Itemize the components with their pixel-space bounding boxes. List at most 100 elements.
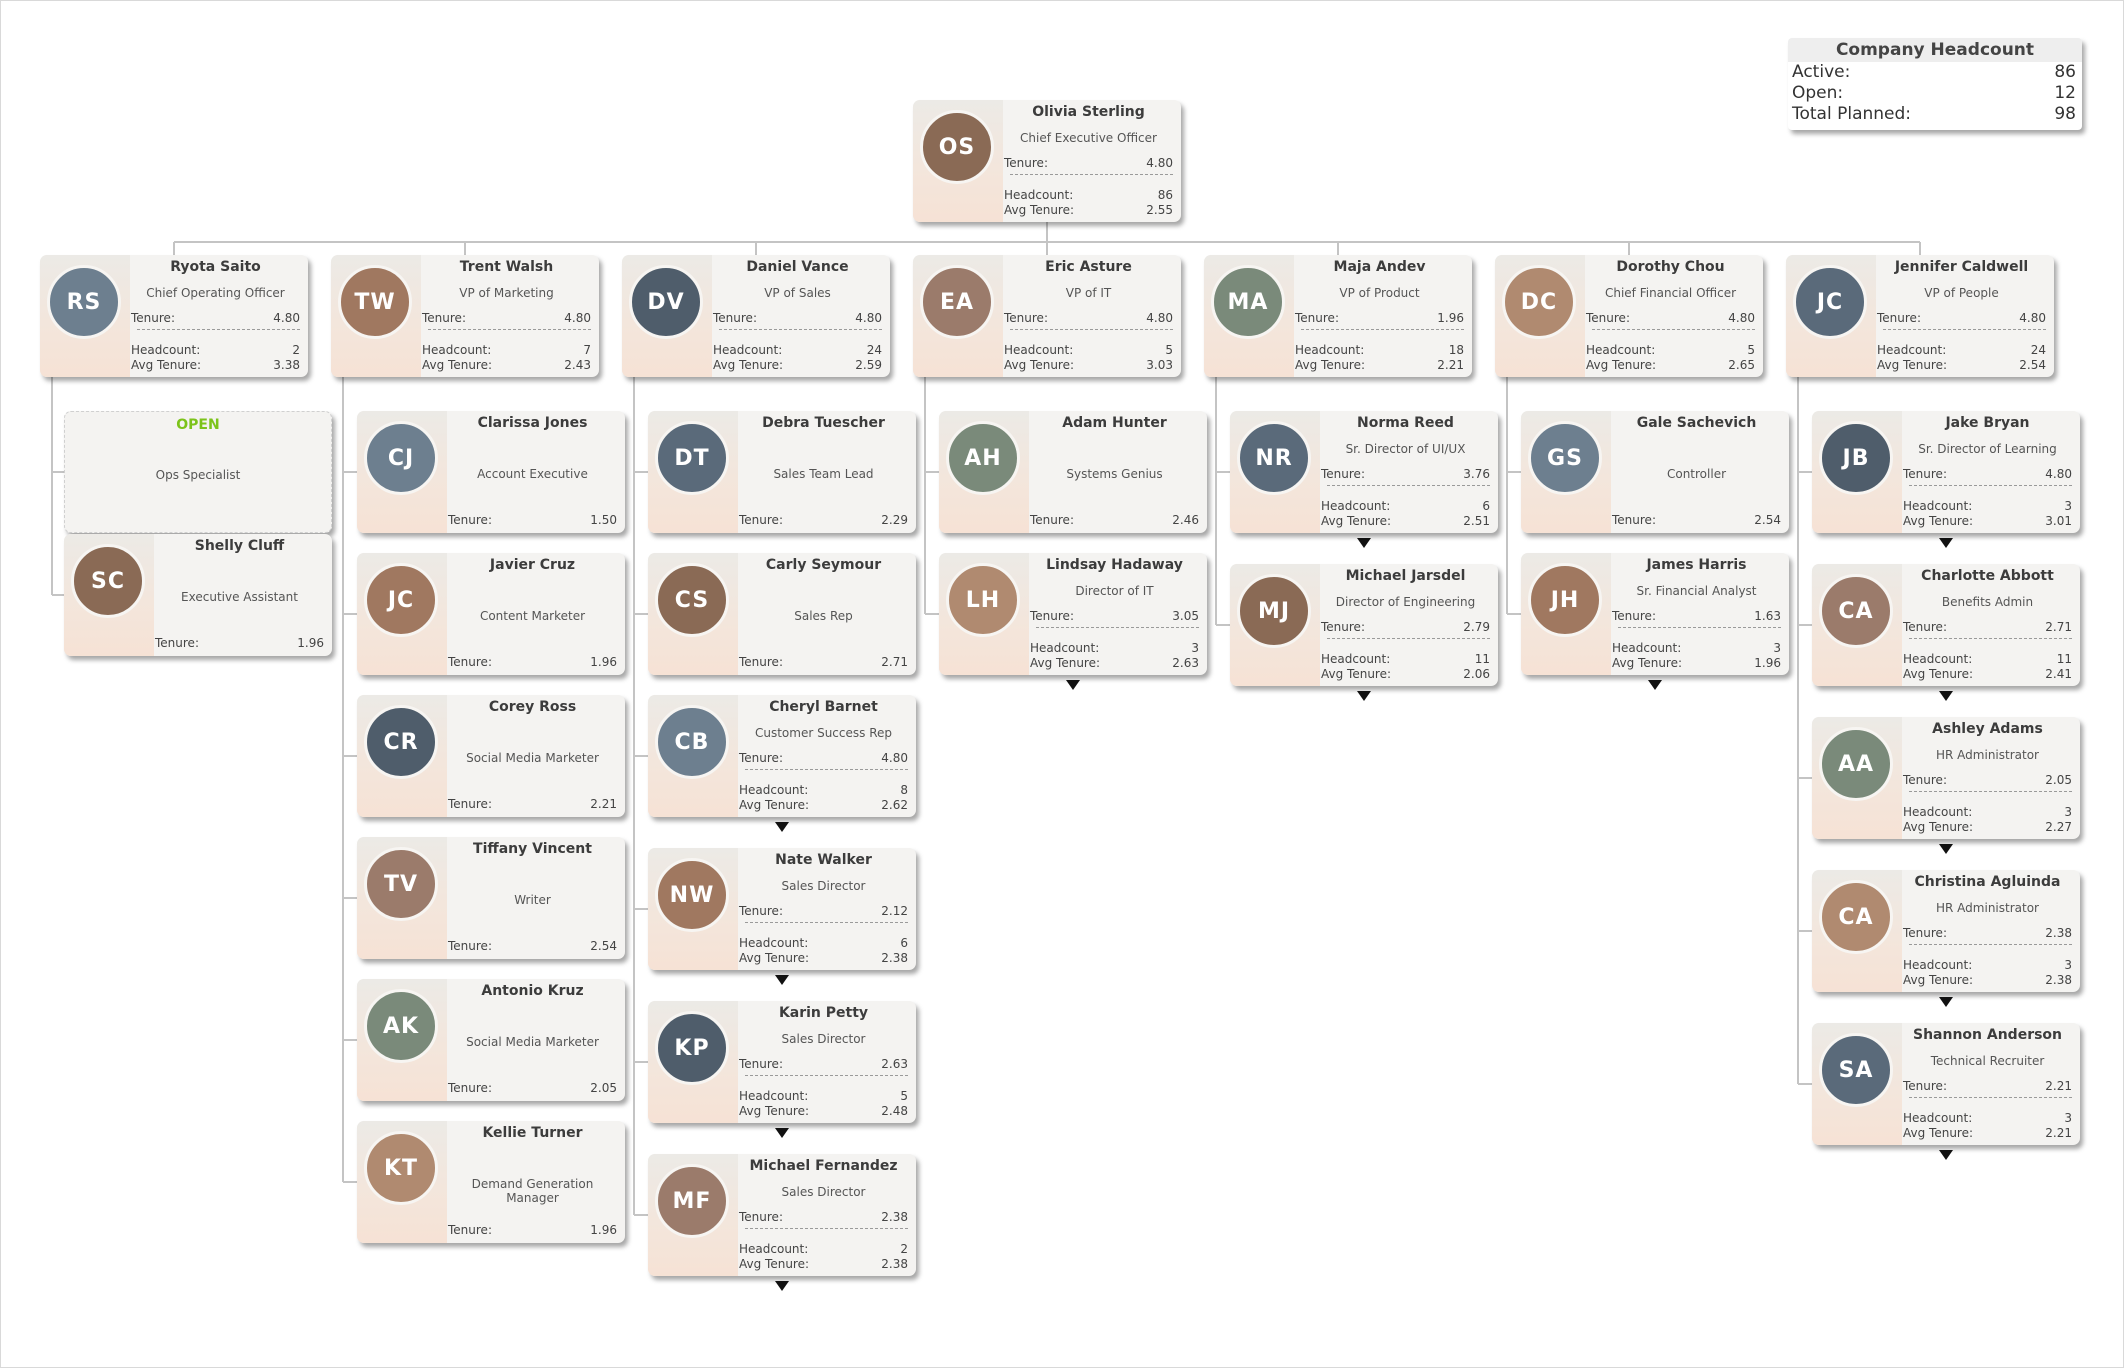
headcount-value: 5 bbox=[1165, 343, 1173, 357]
employee-card[interactable]: CA Christina Agluinda HR Administrator Tenu… bbox=[1812, 870, 2080, 992]
employee-name: Ryota Saito bbox=[170, 259, 261, 275]
tenure-label: Tenure: bbox=[448, 655, 492, 669]
employee-card[interactable]: LH Lindsay Hadaway Director of IT Tenure: 3.… bbox=[939, 553, 1207, 675]
employee-name: Maja Andev bbox=[1333, 259, 1426, 275]
expand-children-icon[interactable] bbox=[775, 1128, 789, 1138]
employee-card[interactable]: NR Norma Reed Sr. Director of UI/UX Tenure:… bbox=[1230, 411, 1498, 533]
employee-card[interactable]: CS Carly Seymour Sales Rep Tenure: 2.71 bbox=[648, 553, 916, 675]
card-info: Eric Asture VP of IT Tenure: 4.80 Headcount:… bbox=[1004, 255, 1173, 377]
expand-children-icon[interactable] bbox=[1066, 680, 1080, 690]
expand-children-icon[interactable] bbox=[1939, 1150, 1953, 1160]
headcount-row: Headcount: 5 bbox=[739, 1089, 908, 1103]
employee-title: VP of Product bbox=[1339, 286, 1420, 300]
avatar: CA bbox=[1819, 880, 1893, 954]
avatar: TW bbox=[338, 265, 412, 339]
avg-tenure-row: Avg Tenure: 3.38 bbox=[131, 358, 300, 372]
headcount-value: 2 bbox=[292, 343, 300, 357]
expand-children-icon[interactable] bbox=[1939, 844, 1953, 854]
employee-card[interactable]: AH Adam Hunter Systems Genius Tenure: 2.46 bbox=[939, 411, 1207, 533]
employee-title: Sales Director bbox=[781, 1032, 866, 1046]
employee-card[interactable]: JC Jennifer Caldwell VP of People Tenure: 4.… bbox=[1786, 255, 2054, 377]
open-position-title: Ops Specialist bbox=[155, 468, 241, 482]
employee-name: Lindsay Hadaway bbox=[1046, 557, 1183, 573]
employee-card[interactable]: EA Eric Asture VP of IT Tenure: 4.80 Headcoun… bbox=[913, 255, 1181, 377]
expand-children-icon[interactable] bbox=[1357, 538, 1371, 548]
tenure-row: Tenure: 1.96 bbox=[448, 655, 617, 669]
employee-card[interactable]: MA Maja Andev VP of Product Tenure: 1.96 Head… bbox=[1204, 255, 1472, 377]
separator-line bbox=[1909, 944, 2072, 945]
employee-card[interactable]: RS Ryota Saito Chief Operating Officer Tenu… bbox=[40, 255, 308, 377]
avg-tenure-label: Avg Tenure: bbox=[1877, 358, 1948, 372]
photo-column: CA bbox=[1812, 564, 1902, 686]
employee-card[interactable]: MF Michael Fernandez Sales Director Tenure:… bbox=[648, 1154, 916, 1276]
open-position-card[interactable]: OPEN Ops Specialist bbox=[64, 411, 332, 533]
employee-card[interactable]: NW Nate Walker Sales Director Tenure: 2.12 He… bbox=[648, 848, 916, 970]
headcount-row: Headcount: 5 bbox=[1586, 343, 1755, 357]
employee-title: Controller bbox=[1666, 467, 1727, 481]
avatar: SC bbox=[71, 544, 145, 618]
avg-tenure-value: 2.59 bbox=[855, 358, 882, 372]
avg-tenure-row: Avg Tenure: 2.63 bbox=[1030, 656, 1199, 670]
employee-card[interactable]: TW Trent Walsh VP of Marketing Tenure: 4.80 H… bbox=[331, 255, 599, 377]
photo-column: DC bbox=[1495, 255, 1585, 377]
tenure-value: 4.80 bbox=[1146, 311, 1173, 325]
expand-children-icon[interactable] bbox=[775, 975, 789, 985]
employee-name: Charlotte Abbott bbox=[1921, 568, 2054, 584]
tenure-label: Tenure: bbox=[739, 513, 783, 527]
avg-tenure-row: Avg Tenure: 2.55 bbox=[1004, 203, 1173, 217]
employee-card[interactable]: JC Javier Cruz Content Marketer Tenure: 1.96 bbox=[357, 553, 625, 675]
employee-title: Sales Rep bbox=[794, 609, 853, 623]
expand-children-icon[interactable] bbox=[1939, 538, 1953, 548]
headcount-value: 8 bbox=[900, 783, 908, 797]
expand-children-icon[interactable] bbox=[1939, 691, 1953, 701]
photo-column: OS bbox=[913, 100, 1003, 222]
headcount-value: 7 bbox=[583, 343, 591, 357]
avg-tenure-value: 3.38 bbox=[273, 358, 300, 372]
employee-title: Sales Team Lead bbox=[773, 467, 874, 481]
separator-line bbox=[1909, 791, 2072, 792]
employee-card[interactable]: SA Shannon Anderson Technical Recruiter Ten… bbox=[1812, 1023, 2080, 1145]
tenure-value: 4.80 bbox=[855, 311, 882, 325]
expand-children-icon[interactable] bbox=[1357, 691, 1371, 701]
tenure-label: Tenure: bbox=[1321, 467, 1365, 481]
employee-card[interactable]: AA Ashley Adams HR Administrator Tenure: 2.0… bbox=[1812, 717, 2080, 839]
employee-card[interactable]: DT Debra Tuescher Sales Team Lead Tenure: 2.… bbox=[648, 411, 916, 533]
expand-children-icon[interactable] bbox=[775, 822, 789, 832]
employee-card[interactable]: DV Daniel Vance VP of Sales Tenure: 4.80 Head… bbox=[622, 255, 890, 377]
employee-card[interactable]: TV Tiffany Vincent Writer Tenure: 2.54 bbox=[357, 837, 625, 959]
employee-card[interactable]: JB Jake Bryan Sr. Director of Learning Tenu… bbox=[1812, 411, 2080, 533]
tenure-row: Tenure: 2.71 bbox=[739, 655, 908, 669]
headcount-row: Headcount: 7 bbox=[422, 343, 591, 357]
expand-children-icon[interactable] bbox=[1939, 997, 1953, 1007]
tenure-value: 4.80 bbox=[564, 311, 591, 325]
employee-card[interactable]: GS Gale Sachevich Controller Tenure: 2.54 bbox=[1521, 411, 1789, 533]
expand-children-icon[interactable] bbox=[775, 1281, 789, 1291]
employee-card[interactable]: CJ Clarissa Jones Account Executive Tenure:… bbox=[357, 411, 625, 533]
avg-tenure-row: Avg Tenure: 2.43 bbox=[422, 358, 591, 372]
avatar: JH bbox=[1528, 563, 1602, 637]
tenure-row: Tenure: 4.80 bbox=[1877, 311, 2046, 325]
tenure-label: Tenure: bbox=[155, 636, 199, 650]
employee-card[interactable]: CB Cheryl Barnet Customer Success Rep Tenur… bbox=[648, 695, 916, 817]
headcount-label: Headcount: bbox=[131, 343, 201, 357]
employee-card[interactable]: MJ Michael Jarsdel Director of Engineering… bbox=[1230, 564, 1498, 686]
employee-card[interactable]: KP Karin Petty Sales Director Tenure: 2.63 He… bbox=[648, 1001, 916, 1123]
expand-children-icon[interactable] bbox=[1648, 680, 1662, 690]
employee-card[interactable]: OS Olivia Sterling Chief Executive Officer… bbox=[913, 100, 1181, 222]
employee-name: Jennifer Caldwell bbox=[1894, 259, 2029, 275]
tenure-row: Tenure: 2.38 bbox=[739, 1210, 908, 1224]
employee-card[interactable]: CA Charlotte Abbott Benefits Admin Tenure: 2… bbox=[1812, 564, 2080, 686]
headcount-label: Headcount: bbox=[1903, 652, 1973, 666]
employee-title: HR Administrator bbox=[1936, 901, 2039, 915]
employee-card[interactable]: JH James Harris Sr. Financial Analyst Tenur… bbox=[1521, 553, 1789, 675]
avatar: RS bbox=[47, 265, 121, 339]
avg-tenure-label: Avg Tenure: bbox=[1004, 358, 1075, 372]
employee-card[interactable]: AK Antonio Kruz Social Media Marketer Tenur… bbox=[357, 979, 625, 1101]
card-info: Lindsay Hadaway Director of IT Tenure: 3.05… bbox=[1030, 553, 1199, 675]
employee-card[interactable]: CR Corey Ross Social Media Marketer Tenure:… bbox=[357, 695, 625, 817]
total-planned-value: 98 bbox=[2054, 104, 2076, 124]
employee-card[interactable]: KT Kellie Turner Demand Generation Manager… bbox=[357, 1121, 625, 1243]
employee-card[interactable]: DC Dorothy Chou Chief Financial Officer Ten… bbox=[1495, 255, 1763, 377]
card-info: Tiffany Vincent Writer Tenure: 2.54 bbox=[448, 837, 617, 959]
employee-card[interactable]: SC Shelly Cluff Executive Assistant Tenure:… bbox=[64, 534, 332, 656]
